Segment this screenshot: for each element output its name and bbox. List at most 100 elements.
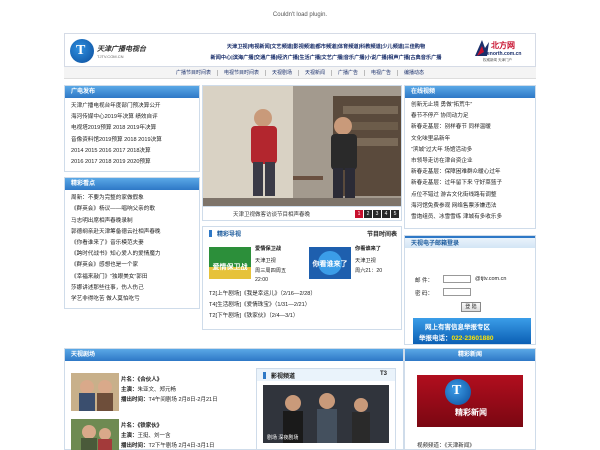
slideshow-page-button[interactable]: 2 bbox=[364, 210, 372, 218]
online-video-item[interactable]: 新春走基层：保障困难群众暖心过年 bbox=[411, 167, 529, 178]
movie-channel-title[interactable]: 影视频道 bbox=[271, 371, 295, 380]
online-video-title: 在线视频 bbox=[405, 86, 535, 98]
highlights-panel-title: 精彩看点 bbox=[65, 178, 199, 191]
highlight-item[interactable]: 《群英会》杨议——唱响父亲的歌 bbox=[71, 204, 193, 215]
subnav-item-tv-news[interactable]: 天视新闻 bbox=[299, 69, 331, 76]
report-banner[interactable]: 网上有害信息举报专区 举报电话：022-23601880 bbox=[413, 318, 531, 344]
broadcast-panel: 广电发布 天津广播电视台年度部门预决算公开 海河传媒中心2019年决算 绩效自评… bbox=[64, 85, 200, 173]
subnav-item-theater[interactable]: 天视剧场 bbox=[266, 69, 298, 76]
program-thumbnail-text: 爱情保卫战 bbox=[213, 262, 248, 271]
slideshow-page-button[interactable]: 1 bbox=[355, 210, 363, 218]
movie-channel-code: T3 bbox=[379, 371, 387, 377]
login-button[interactable]: 登 陆 bbox=[461, 302, 481, 312]
program-time: 周六21：20 bbox=[355, 268, 383, 274]
slideshow-page-button[interactable]: 4 bbox=[382, 210, 390, 218]
drama-cast: 主演：王挺、刘一含 bbox=[121, 433, 171, 439]
program-thumbnail: 爱情保卫战 bbox=[209, 247, 251, 279]
online-video-item[interactable]: 新春走基层：过年留下来 守好菜篮子 bbox=[411, 178, 529, 189]
slideshow-page-button[interactable]: 5 bbox=[391, 210, 399, 218]
drama-thumbnail bbox=[71, 419, 119, 450]
highlight-item[interactable]: 《跨时代战书》知心爱人的爱情魔力 bbox=[71, 249, 193, 260]
password-input[interactable] bbox=[443, 288, 471, 296]
program-channel: 天津卫视 bbox=[255, 258, 276, 264]
online-video-item[interactable]: 文化味里品新年 bbox=[411, 134, 529, 145]
broadcast-item[interactable]: 2014 2015 2016 2017 2018决算 bbox=[71, 146, 193, 157]
program-time: 周三周四周五 bbox=[255, 268, 287, 274]
slideshow-photo-art bbox=[203, 86, 401, 206]
movie-poster[interactable]: 剧场 深夜剧场 bbox=[263, 385, 389, 443]
highlight-item[interactable]: 周新：不要为完整的家做假象 bbox=[71, 193, 193, 204]
subnav-item-editorial[interactable]: 编播动态 bbox=[398, 69, 430, 76]
drama-airtime: 播出时间：T2下午剧场 2月4日-3月1日 bbox=[121, 443, 215, 449]
report-phone-label: 举报电话： bbox=[419, 335, 452, 342]
slideshow-caption: 天津卫视做客访谈节目相声春晚 bbox=[233, 212, 311, 218]
highlights-list: 周新：不要为完整的家做假象 《群英会》杨议——唱响父亲的歌 马志明出席相声春晚录… bbox=[65, 190, 199, 308]
online-video-item[interactable]: 市领导走访在津台资企业 bbox=[411, 156, 529, 167]
online-video-item[interactable]: 点位不错过 游古文化街线路有调整 bbox=[411, 190, 529, 201]
subnav-item-radio-schedule[interactable]: 广播节目时间表 bbox=[170, 69, 217, 76]
channel-nav-row-2[interactable]: 新闻中心|滨海广播|交通广播|经济广播|生活广播|文艺广播|音乐广播|小说广播|… bbox=[183, 53, 469, 64]
online-video-list: 创新无止境 勇做“拓荒牛” 春节不停产 协同动力足 新春走基层：别样春节 同样温… bbox=[405, 98, 535, 226]
online-video-panel: 在线视频 创新无止境 勇做“拓荒牛” 春节不停产 协同动力足 新春走基层：别样春… bbox=[404, 85, 536, 229]
email-input[interactable] bbox=[443, 275, 471, 283]
program-title: 你看谁来了 bbox=[355, 246, 381, 252]
highlight-item[interactable]: 莎娜讲述那些往事，伤人伤己 bbox=[71, 283, 193, 294]
online-video-item[interactable]: 创新无止境 勇做“拓荒牛” bbox=[411, 100, 529, 111]
program-time: 22:00 bbox=[255, 277, 268, 283]
schedule-item[interactable]: T2[上午剧场]《我是幸运儿》（2/16—2/28） bbox=[209, 289, 316, 300]
highlight-item[interactable]: 《你看谁来了》音乐模范夫妻 bbox=[71, 238, 193, 249]
subnav-item-tv-schedule[interactable]: 电视节目时间表 bbox=[218, 69, 265, 76]
broadcast-item[interactable]: 海河传媒中心2019年决算 绩效自评 bbox=[71, 112, 193, 123]
broadcast-item[interactable]: 音像资料馆2019预算 2018 2019决算 bbox=[71, 135, 193, 146]
slideshow-pager: 1 2 3 4 5 bbox=[355, 210, 399, 218]
enorth-logo[interactable]: 北方网 enorth.com.cn 权威新闻 天津门户 bbox=[473, 38, 535, 64]
online-video-item[interactable]: 新春走基层：别样春节 同样温暖 bbox=[411, 122, 529, 133]
plugin-error-message: Couldn't load plugin. bbox=[272, 12, 328, 18]
highlight-item[interactable]: 郭德纲亲赴天津筹备德云社相声春晚 bbox=[71, 227, 193, 238]
highlight-item[interactable]: 《幸福来敲门》“独眼美女”郭田 bbox=[71, 272, 193, 283]
schedule-list: T2[上午剧场]《我是幸运儿》（2/16—2/28） T4[生活剧场]《爱情珠宝… bbox=[209, 289, 316, 322]
slideshow-page-button[interactable]: 3 bbox=[373, 210, 381, 218]
subnav-item-tv-ads[interactable]: 电视广告 bbox=[365, 69, 397, 76]
drama-item[interactable]: 片名：《合伙人》 主演：朱亚文、郑元畅 播出时间：T4午间剧场 2月8日-2月2… bbox=[71, 373, 255, 417]
highlight-item[interactable]: 学艺非得吃苦 做人莫怕吃亏 bbox=[71, 294, 193, 305]
enorth-logo-slogan: 权威新闻 天津门户 bbox=[483, 58, 512, 62]
tjtv-logo[interactable]: T 天津广播电视台 TJTV.COM.CN bbox=[67, 38, 177, 64]
site-header: T 天津广播电视台 TJTV.COM.CN 天津卫视|电视新闻|文艺频道|影视频… bbox=[64, 33, 536, 67]
online-video-item[interactable]: “滨城”过大年 场馆活动多 bbox=[411, 145, 529, 156]
movie-poster-caption: 剧场 深夜剧场 bbox=[267, 435, 299, 441]
email-login-title: 天视电子邮箱登录 bbox=[405, 236, 535, 248]
email-domain: @tjtv.com.cn bbox=[475, 276, 507, 282]
slideshow-caption-bar: 天津卫视做客访谈节目相声春晚 1 2 3 4 5 bbox=[202, 207, 402, 221]
news-logo-banner[interactable]: T 精彩新闻 bbox=[417, 375, 523, 427]
broadcast-item[interactable]: 天津广播电视台年度部门预决算公开 bbox=[71, 101, 193, 112]
drama-thumbnail bbox=[71, 373, 119, 411]
program-guide-panel: 精彩导视 节目时间表 爱情保卫战 爱情保卫战 天津卫视 周三周四周五 22:00… bbox=[202, 226, 402, 330]
movie-channel-header: 影视频道 T3 bbox=[257, 369, 395, 381]
channel-nav-row-1[interactable]: 天津卫视|电视新闻|文艺频道|影视频道|都市频道|体育频道|科教频道|少儿频道|… bbox=[183, 42, 469, 53]
news-panel: 精彩新闻 T 精彩新闻 视频频道：《天津新闻》 bbox=[404, 348, 536, 450]
program-guide-header: 精彩导视 节目时间表 bbox=[203, 227, 403, 239]
broadcast-list: 天津广播电视台年度部门预决算公开 海河传媒中心2019年决算 绩效自评 电视塔2… bbox=[65, 98, 199, 171]
right-column: 在线视频 创新无止境 勇做“拓荒牛” 春节不停产 协同动力足 新春走基层：别样春… bbox=[404, 85, 536, 229]
section-marker bbox=[209, 230, 212, 237]
online-video-item[interactable]: 海河馆免费参观 网络售票涉嫌违法 bbox=[411, 201, 529, 212]
highlight-item[interactable]: 《群英会》感想也是一个家 bbox=[71, 260, 193, 271]
report-phone-number: 022-23601880 bbox=[451, 335, 494, 342]
program-card[interactable]: 你看谁来了 你看谁来了 天津卫视 周六21：20 bbox=[303, 243, 399, 297]
schedule-title[interactable]: 节目时间表 bbox=[367, 229, 397, 238]
online-video-item[interactable]: 雪炮组员、冰雪雪练 津城有多收乐多 bbox=[411, 212, 529, 223]
password-label: 密 码： bbox=[415, 291, 434, 297]
subnav-item-radio-ads[interactable]: 广播广告 bbox=[332, 69, 364, 76]
drama-item[interactable]: 片名：《铁家伙》 主演：王挺、刘一含 播出时间：T2下午剧场 2月4日-3月1日 bbox=[71, 419, 255, 450]
program-guide-title[interactable]: 精彩导视 bbox=[217, 229, 241, 238]
schedule-item[interactable]: T2[下午剧场]《铁家伙》（2/4—3/1） bbox=[209, 311, 316, 322]
drama-airtime: 播出时间：T4午间剧场 2月8日-2月21日 bbox=[121, 397, 218, 403]
broadcast-item[interactable]: 2016 2017 2018 2019 2020预算 bbox=[71, 157, 193, 168]
online-video-item[interactable]: 春节不停产 协同动力足 bbox=[411, 111, 529, 122]
broadcast-item[interactable]: 电视塔2019预算 2018 2019年决算 bbox=[71, 123, 193, 134]
slideshow-image[interactable] bbox=[202, 85, 402, 207]
news-video-link[interactable]: 视频频道：《天津新闻》 bbox=[417, 441, 475, 449]
highlight-item[interactable]: 马志明出席相声春晚录制 bbox=[71, 216, 193, 227]
schedule-item[interactable]: T4[生活剧场]《爱情珠宝》（1/31—2/21） bbox=[209, 300, 316, 311]
